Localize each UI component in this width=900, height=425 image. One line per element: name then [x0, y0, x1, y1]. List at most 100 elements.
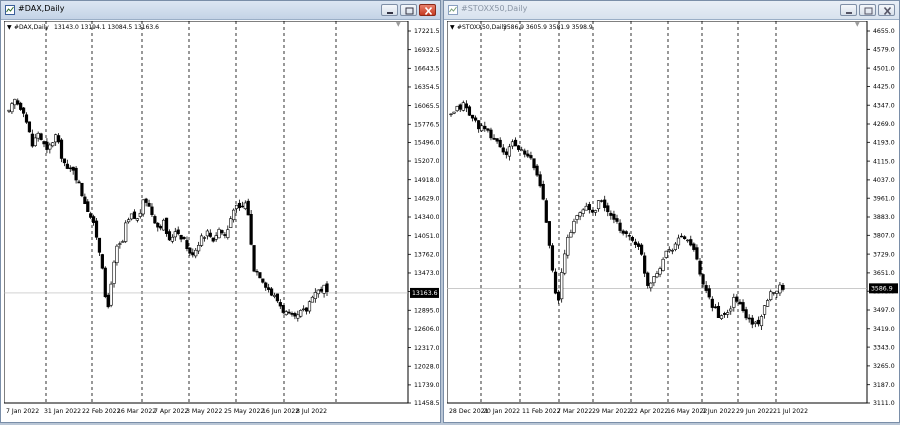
candle-body: [520, 149, 524, 152]
candle-body: [550, 245, 555, 271]
candle-body: [593, 210, 598, 213]
candle-body: [473, 117, 478, 121]
candle-body: [636, 243, 641, 247]
candle-body: [649, 282, 653, 289]
candle-body: [267, 287, 271, 290]
candle-body: [237, 202, 242, 209]
candle-body: [83, 196, 87, 204]
y-axis-label: 16065.5: [414, 103, 439, 110]
candle-body: [176, 229, 180, 235]
close-button[interactable]: [878, 4, 895, 16]
window-dax[interactable]: #DAX,Daily 7 Jan 2022 31 Jan 2022 22 Feb 2…: [0, 0, 441, 423]
candle-body: [747, 317, 751, 320]
x-axis-label: 11 Feb 2022: [522, 408, 561, 415]
close-button[interactable]: [419, 4, 436, 16]
y-axis-label: 3111.0: [873, 400, 895, 407]
candle: [553, 268, 558, 295]
candle-body: [141, 199, 145, 215]
candle-body: [39, 133, 43, 140]
candle-body: [112, 261, 116, 284]
candle-body: [307, 301, 312, 312]
candle: [100, 253, 104, 270]
y-axis-label: 4269.0: [873, 121, 895, 128]
window-titlebar[interactable]: #DAX,Daily: [1, 1, 440, 20]
candle-body: [729, 308, 733, 312]
window-title: #DAX,Daily: [18, 4, 65, 13]
candle-body: [252, 245, 256, 272]
candle-body: [489, 129, 493, 139]
dax-chart[interactable]: 7 Jan 2022 31 Jan 2022 22 Feb 202216 Mar 2…: [3, 20, 440, 421]
maximize-button[interactable]: [400, 4, 417, 16]
candle-body: [106, 294, 110, 308]
y-axis-label: 12606.0: [414, 326, 439, 333]
candle-body: [667, 249, 671, 252]
window-stoxx50[interactable]: #STOXX50,Daily 28 Dec 2021 20 Jan 2022 11 …: [443, 0, 900, 423]
chart-area[interactable]: 7 Jan 2022 31 Jan 2022 22 Feb 2022 16 Mar 2…: [3, 20, 440, 425]
y-axis-label: 3343.0: [873, 344, 895, 351]
candle-body: [7, 109, 11, 112]
window-titlebar[interactable]: #STOXX50,Daily: [444, 1, 899, 20]
candle-body: [603, 199, 607, 208]
candle: [80, 182, 84, 198]
chart-area[interactable]: 28 Dec 2021 20 Jan 2022 11 Feb 2022 7 Mar 2…: [446, 20, 898, 425]
x-axis-label: 7 Jun 2022: [702, 408, 735, 415]
candle: [246, 198, 250, 216]
candle-body: [753, 321, 757, 324]
candle-body: [59, 139, 64, 159]
candle-body: [655, 273, 659, 278]
stoxx50-chart[interactable]: 28 Dec 202120 Jan 2022 11 Feb 20227 Mar 2…: [446, 20, 898, 421]
candle-body: [513, 139, 518, 147]
candle-body: [643, 255, 647, 274]
y-axis-label: 4501.0: [873, 65, 895, 72]
candle-body: [692, 243, 696, 250]
y-axis-label: 14629.0: [414, 196, 439, 203]
candle-body: [584, 205, 588, 211]
candle-body: [16, 100, 20, 105]
candle-body: [461, 102, 465, 111]
candle-body: [477, 120, 481, 130]
candle: [59, 138, 64, 163]
candle-body: [532, 158, 536, 169]
candle-body: [510, 141, 515, 147]
y-axis-label: 4579.0: [873, 47, 895, 54]
x-axis-label: 25 May 2022: [224, 408, 264, 415]
candle: [252, 245, 256, 273]
candle-body: [129, 213, 134, 220]
candle-body: [621, 230, 625, 234]
candle-body: [556, 291, 561, 301]
candle-body: [541, 183, 545, 200]
x-axis-label: 8 Jul 2022: [296, 408, 327, 415]
candle-body: [278, 302, 282, 307]
maximize-button[interactable]: [859, 4, 876, 16]
candle-body: [689, 239, 693, 246]
candle-body: [470, 114, 475, 119]
y-axis-label: 4193.0: [873, 140, 895, 147]
candle-body: [275, 293, 280, 302]
candle-body: [191, 252, 195, 256]
y-axis-label: 15496.0: [414, 140, 439, 147]
chart-window-icon: [448, 5, 458, 15]
candle-body: [89, 213, 93, 218]
candle-body: [738, 301, 742, 305]
close-icon: [424, 6, 433, 16]
minimize-button[interactable]: [381, 4, 398, 16]
candle-body: [581, 209, 585, 214]
candle-body: [24, 114, 29, 123]
candle-body: [182, 237, 186, 239]
candle-body: [704, 285, 708, 291]
chart-info-arrow: ▼: [7, 24, 12, 31]
candle-body: [45, 141, 49, 150]
candle-body: [240, 205, 244, 208]
candle-body: [732, 297, 736, 308]
candle-body: [150, 206, 154, 215]
candle-body: [164, 217, 169, 234]
candle-body: [646, 272, 650, 286]
candle-body: [42, 141, 46, 145]
candle: [467, 105, 472, 116]
candle-body: [316, 289, 320, 295]
candle-body: [633, 241, 638, 245]
y-axis-label: 12317.0: [414, 345, 439, 352]
chart-shift-marker: ▼: [396, 21, 401, 28]
candle-body: [759, 316, 764, 327]
minimize-button[interactable]: [840, 4, 857, 16]
